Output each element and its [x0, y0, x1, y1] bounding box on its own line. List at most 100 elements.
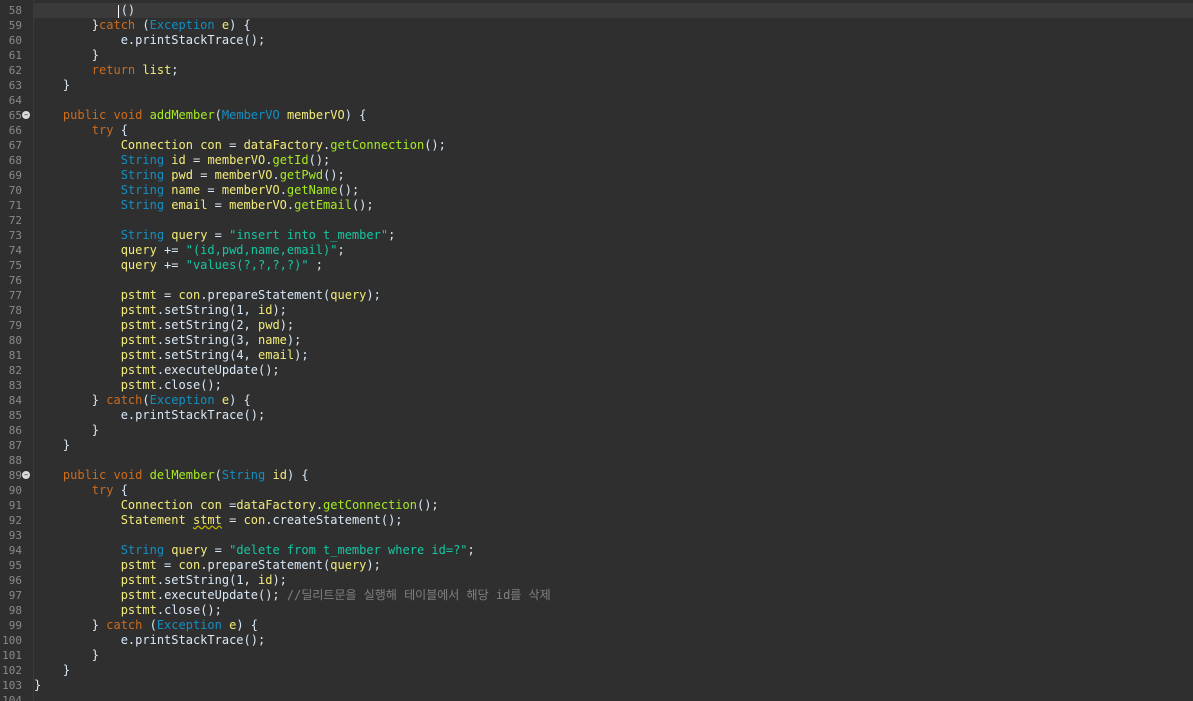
code-line[interactable]: query += "(id,pwd,name,email)"; — [34, 243, 1193, 258]
code-line[interactable]: } — [34, 678, 1193, 693]
code-line[interactable]: } — [34, 438, 1193, 453]
code-line[interactable]: return list; — [34, 63, 1193, 78]
code-line[interactable]: String name = memberVO.getName(); — [34, 183, 1193, 198]
code-line[interactable]: query += "values(?,?,?,?)" ; — [34, 258, 1193, 273]
code-token: . — [156, 348, 165, 362]
code-editor[interactable]: 58 59 60 61 62 63 64 65−66 67 68 69 70 71 72 73 74 75 76 7… — [0, 0, 1193, 701]
code-token: memberVO — [221, 183, 280, 197]
code-line[interactable]: pstmt.setString(1, id); — [34, 303, 1193, 318]
code-line[interactable]: } — [34, 48, 1193, 63]
code-token: = — [207, 198, 230, 212]
code-token: ); — [294, 348, 309, 362]
code-line[interactable] — [34, 93, 1193, 108]
code-line[interactable]: pstmt.setString(3, name); — [34, 333, 1193, 348]
code-line[interactable]: } — [34, 78, 1193, 93]
code-line[interactable]: String email = memberVO.getEmail(); — [34, 198, 1193, 213]
code-token: ); — [366, 288, 381, 302]
code-token: ( — [214, 468, 222, 482]
code-line[interactable]: String query = "insert into t_member"; — [34, 228, 1193, 243]
code-line[interactable]: public void addMember(MemberVO memberVO)… — [34, 108, 1193, 123]
code-line-text: Connection con = dataFactory.getConnecti… — [34, 138, 446, 153]
code-line[interactable]: pstmt.setString(4, email); — [34, 348, 1193, 363]
line-number: 86 — [8, 424, 22, 437]
code-line[interactable]: Connection con = dataFactory.getConnecti… — [34, 138, 1193, 153]
fold-toggle-icon[interactable]: − — [22, 111, 30, 119]
code-line[interactable]: e.printStackTrace(); — [34, 33, 1193, 48]
code-line[interactable]: } catch(Exception e) { — [34, 393, 1193, 408]
code-token: addMember — [149, 108, 215, 122]
code-token: email — [171, 198, 208, 212]
code-line[interactable]: } — [34, 423, 1193, 438]
code-token: email — [258, 348, 295, 362]
code-line[interactable]: pstmt.close(); — [34, 378, 1193, 393]
code-line-text: String email = memberVO.getEmail(); — [34, 198, 374, 213]
code-token: pwd — [258, 318, 280, 332]
code-token: catch — [106, 393, 143, 407]
code-line[interactable]: } catch (Exception e) { — [34, 618, 1193, 633]
code-line[interactable] — [34, 273, 1193, 288]
code-token: pwd — [171, 168, 193, 182]
code-line[interactable]: pstmt.close(); — [34, 603, 1193, 618]
code-line[interactable]: }catch (Exception e) { — [34, 18, 1193, 33]
code-line[interactable]: try { — [34, 123, 1193, 138]
code-area[interactable]: () }catch (Exception e) { e.printStackTr… — [34, 0, 1193, 701]
code-line-text: e.printStackTrace(); — [34, 408, 266, 423]
code-token: String — [221, 468, 266, 482]
code-token: pstmt — [120, 348, 157, 362]
code-token: "(id,pwd,name,email)" — [185, 243, 338, 257]
line-number: 63 — [8, 79, 22, 92]
text-cursor — [118, 5, 119, 18]
code-token: . — [315, 498, 324, 512]
code-token: (); — [243, 633, 266, 647]
code-line[interactable]: String pwd = memberVO.getPwd(); — [34, 168, 1193, 183]
code-token: pstmt — [120, 318, 157, 332]
code-token: catch — [106, 618, 143, 632]
code-line[interactable] — [34, 528, 1193, 543]
code-token: = — [221, 498, 237, 512]
code-token: pstmt — [120, 573, 157, 587]
code-line[interactable]: } — [34, 648, 1193, 663]
code-line[interactable]: String query = "delete from t_member whe… — [34, 543, 1193, 558]
code-line[interactable]: } — [34, 663, 1193, 678]
code-token: setString — [164, 303, 230, 317]
code-line[interactable]: Statement stmt = con.createStatement(); — [34, 513, 1193, 528]
code-line[interactable]: try { — [34, 483, 1193, 498]
code-line[interactable] — [34, 693, 1193, 701]
code-token: printStackTrace — [135, 33, 244, 47]
line-number: 68 — [8, 154, 22, 167]
code-line[interactable] — [34, 213, 1193, 228]
code-line[interactable]: pstmt.setString(1, id); — [34, 573, 1193, 588]
code-line[interactable]: e.printStackTrace(); — [34, 633, 1193, 648]
code-line[interactable]: () — [34, 3, 1193, 18]
code-line[interactable]: Connection con =dataFactory.getConnectio… — [34, 498, 1193, 513]
code-line[interactable]: pstmt.setString(2, pwd); — [34, 318, 1193, 333]
code-token: void — [113, 468, 143, 482]
line-number: 87 — [8, 439, 22, 452]
code-line[interactable]: pstmt = con.prepareStatement(query); — [34, 288, 1193, 303]
code-token: String — [120, 228, 165, 242]
line-number: 81 — [8, 349, 22, 362]
line-number: 88 — [8, 454, 22, 467]
code-token: } — [34, 618, 107, 632]
fold-toggle-icon[interactable]: − — [22, 471, 30, 479]
code-line[interactable]: pstmt.executeUpdate(); — [34, 363, 1193, 378]
code-token: Connection — [120, 138, 193, 152]
code-line[interactable]: e.printStackTrace(); — [34, 408, 1193, 423]
code-line[interactable]: String id = memberVO.getId(); — [34, 153, 1193, 168]
code-token: query — [120, 258, 157, 272]
code-line[interactable]: public void delMember(String id) { — [34, 468, 1193, 483]
code-line-text: } catch(Exception e) { — [34, 393, 251, 408]
code-token: query — [171, 228, 208, 242]
code-token: . — [156, 378, 165, 392]
code-token: ); — [366, 558, 381, 572]
code-line[interactable] — [34, 453, 1193, 468]
code-line[interactable]: pstmt.executeUpdate(); //딜리트문을 실행해 테이블에서… — [34, 588, 1193, 603]
code-token: e. — [34, 408, 136, 422]
code-line[interactable]: pstmt = con.prepareStatement(query); — [34, 558, 1193, 573]
